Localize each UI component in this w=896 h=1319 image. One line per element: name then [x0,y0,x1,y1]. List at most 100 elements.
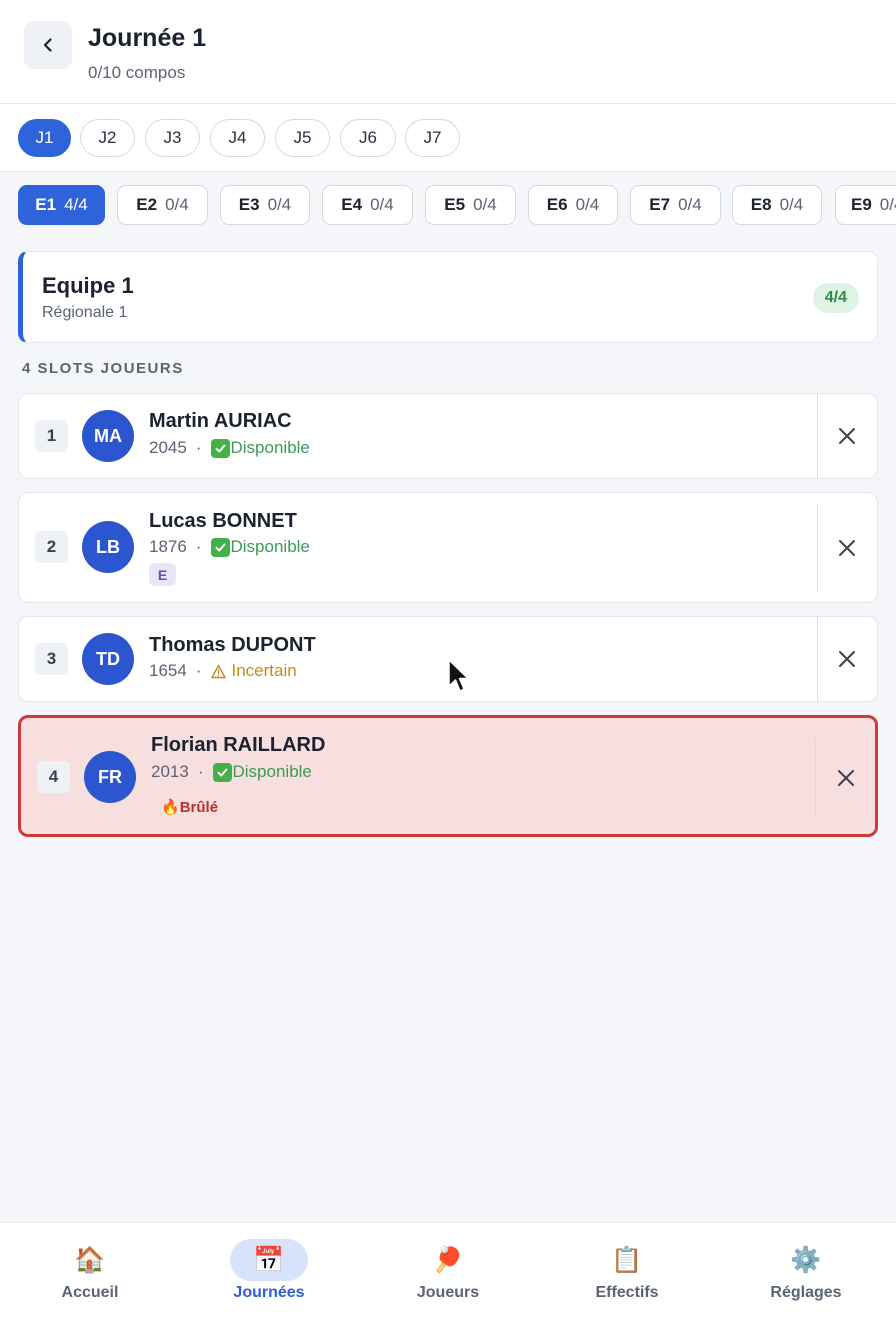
divider [817,505,818,591]
team-tab[interactable]: E4 0/4 [322,185,413,225]
separator-dot: · [195,661,202,680]
status-label: Disponible [232,762,312,781]
status-uncertain: Incertain [210,661,297,681]
day-tab[interactable]: J4 [210,119,265,157]
team-tab[interactable]: E6 0/4 [528,185,618,225]
check-icon [210,438,230,458]
team-tab-count: 0/4 [879,195,896,214]
avatar: MA [82,410,134,462]
day-tabs: J1 J2 J3 J4 J5 J6 J7 [0,104,896,172]
status-label: Disponible [230,537,310,556]
house-icon: 🏠 [74,1245,106,1274]
team-tab-name: E9 [851,195,872,214]
close-icon[interactable] [835,647,859,671]
avatar: TD [82,633,134,685]
nav-label: Joueurs [416,1284,480,1301]
calendar-icon: 📅 [230,1239,308,1281]
team-tab-name: E8 [750,195,772,214]
player-slot[interactable]: 2 LB Lucas BONNET 1876 · Disponible E [18,492,878,603]
close-icon[interactable] [834,766,858,790]
team-tab[interactable]: E3 0/4 [220,185,310,225]
team-tab[interactable]: E7 0/4 [630,185,721,225]
page-subtitle: 0/10 compos [88,63,186,82]
player-name: Lucas BONNET [149,510,297,532]
team-tab-name: E7 [649,195,671,214]
status-label: Incertain [231,661,297,680]
team-tab-count: 4/4 [64,195,88,214]
team-tab[interactable]: E8 0/4 [732,185,822,225]
section-title: 4 SLOTS JOUEURS [22,360,184,377]
status-available: Disponible [210,537,310,557]
player-meta: 2045 · Disponible [149,438,310,458]
player-points: 1876 [149,537,187,556]
team-count-badge: 4/4 [812,283,859,313]
team-tab-count: 0/4 [165,195,189,214]
team-tab-name: E1 [35,195,57,214]
nav-item-effectifs[interactable]: 📋 Effectifs [557,1223,697,1319]
player-tag: E [149,563,176,586]
slot-number: 4 [37,761,70,793]
team-tab[interactable]: E1 4/4 [18,185,105,225]
day-tab[interactable]: J2 [80,119,135,157]
player-meta: 2013 · Disponible [151,762,312,782]
day-tab[interactable]: J1 [18,119,71,157]
gear-icon: ⚙️ [790,1245,822,1274]
nav-item-accueil[interactable]: 🏠 Accueil [20,1223,160,1319]
close-icon[interactable] [835,424,859,448]
status-available: Disponible [212,762,312,782]
team-tabs: E1 4/4 E2 0/4 E3 0/4 E4 0/4 E5 0/4 E6 0/4 E7 0/… [0,172,896,238]
divider [817,617,818,701]
day-tab[interactable]: J7 [405,119,460,157]
player-points: 2013 [151,762,189,781]
separator-dot: · [195,537,202,556]
nav-item-joueurs[interactable]: 🏓 Joueurs [378,1223,518,1319]
team-tab-count: 0/4 [779,195,804,214]
player-meta: 1876 · Disponible [149,537,310,557]
slot-number: 1 [35,420,68,452]
back-button[interactable] [24,21,72,69]
team-tab-count: 0/4 [575,195,600,214]
separator-dot: · [197,762,204,781]
team-tab[interactable]: E5 0/4 [425,185,516,225]
player-name: Martin AURIAC [149,410,292,432]
nav-label: Journées [233,1284,305,1301]
status-label: Disponible [230,438,310,457]
burned-label: Brûlé [179,798,219,816]
check-icon [212,762,232,782]
warning-icon [210,664,226,678]
header: Journée 1 0/10 compos [0,0,896,104]
team-name: Equipe 1 [42,273,134,298]
clipboard-icon: 📋 [611,1245,643,1274]
team-tab-count: 0/4 [473,195,497,214]
nav-item-journees[interactable]: 📅 Journées [199,1223,339,1319]
fire-icon: 🔥 [161,799,180,816]
day-tab[interactable]: J3 [145,119,200,157]
player-slot-burned[interactable]: 4 FR Florian RAILLARD 2013 · Disponible … [18,715,878,837]
team-tab-count: 0/4 [267,195,292,214]
day-tab[interactable]: J6 [340,119,396,157]
chevron-left-icon [43,38,52,52]
nav-label: Accueil [61,1284,119,1301]
slot-number: 3 [35,643,68,675]
bottom-nav: 🏠 Accueil 📅 Journées 🏓 Joueurs 📋 Effecti… [0,1222,896,1319]
team-tab[interactable]: E9 0/4 [835,185,896,225]
ping-pong-icon: 🏓 [432,1245,464,1274]
day-tab[interactable]: J5 [275,119,330,157]
team-tab-name: E6 [546,195,568,214]
team-division: Régionale 1 [42,304,128,321]
status-available: Disponible [210,438,310,458]
team-tab-name: E3 [238,195,260,214]
divider [817,394,818,478]
team-tab-count: 0/4 [678,195,702,214]
team-tab-name: E5 [444,195,466,214]
team-tab[interactable]: E2 0/4 [117,185,208,225]
team-tab-name: E2 [136,195,158,214]
player-slot[interactable]: 1 MA Martin AURIAC 2045 · Disponible [18,393,878,479]
player-name: Florian RAILLARD [151,734,326,756]
close-icon[interactable] [835,536,859,560]
team-tab-count: 0/4 [370,195,394,214]
check-icon [210,537,230,557]
nav-label: Réglages [770,1284,842,1301]
slot-number: 2 [35,531,68,563]
nav-item-reglages[interactable]: ⚙️ Réglages [736,1223,876,1319]
